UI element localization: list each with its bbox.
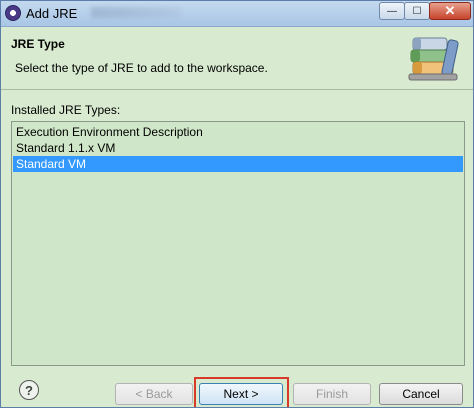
window-title: Add JRE (26, 6, 78, 21)
maximize-icon: ☐ (412, 5, 422, 17)
minimize-icon: — (387, 5, 397, 17)
eclipse-icon (5, 5, 21, 21)
installed-jre-types-label: Installed JRE Types: (11, 103, 121, 117)
list-item-execution-environment[interactable]: Execution Environment Description (13, 124, 463, 140)
back-button[interactable]: < Back (115, 383, 193, 405)
list-item-standard-11x-vm[interactable]: Standard 1.1.x VM (13, 140, 463, 156)
library-books-icon (408, 37, 459, 81)
page-title: JRE Type (11, 37, 65, 51)
cancel-button[interactable]: Cancel (379, 383, 463, 405)
close-button[interactable]: ✕ (429, 2, 471, 20)
help-icon: ? (25, 382, 33, 398)
page-description: Select the type of JRE to add to the wor… (15, 61, 268, 75)
next-button[interactable]: Next > (199, 383, 283, 405)
help-button[interactable]: ? (19, 380, 39, 400)
title-bar[interactable]: Add JRE — ☐ ✕ (1, 1, 473, 27)
jre-types-list[interactable]: Execution Environment Description Standa… (11, 121, 465, 366)
background-window-title (91, 7, 181, 18)
maximize-button[interactable]: ☐ (404, 2, 430, 20)
add-jre-dialog: Add JRE — ☐ ✕ JRE Type Select the type o… (0, 0, 474, 408)
wizard-header: JRE Type Select the type of JRE to add t… (1, 28, 473, 90)
finish-button[interactable]: Finish (293, 383, 371, 405)
list-item-standard-vm[interactable]: Standard VM (13, 156, 463, 172)
close-icon: ✕ (444, 3, 456, 18)
minimize-button[interactable]: — (379, 2, 405, 20)
